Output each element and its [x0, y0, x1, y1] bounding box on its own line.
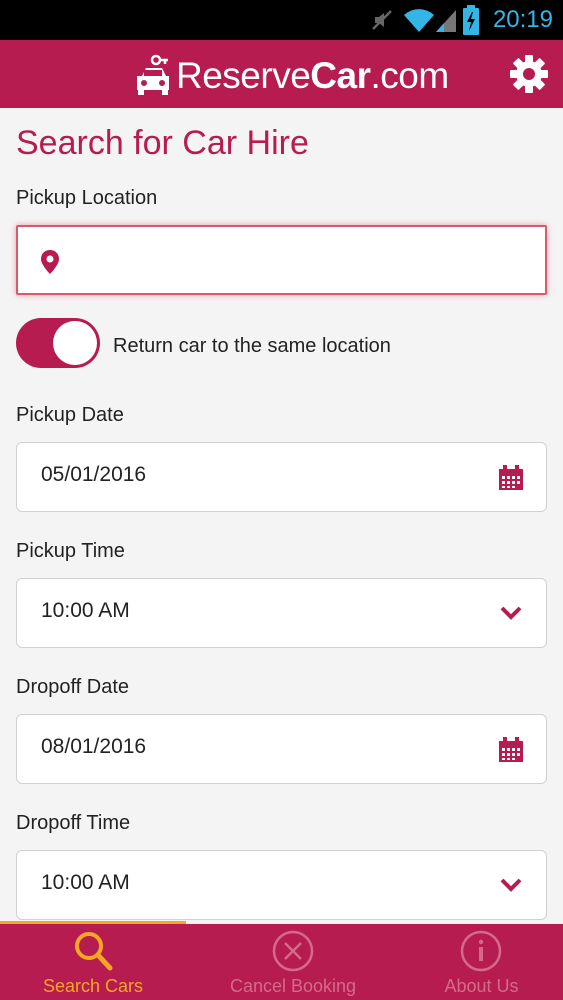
battery-icon	[463, 5, 479, 35]
wifi-icon	[404, 9, 434, 32]
tab-search-cars[interactable]: Search Cars	[0, 924, 186, 1000]
pickup-time-select[interactable]: 10:00 AM	[16, 578, 547, 648]
return-same-location-label: Return car to the same location	[113, 335, 391, 357]
page-title: Search for Car Hire	[16, 124, 309, 162]
pickup-time-value: 10:00 AM	[41, 599, 130, 622]
tab-label: Search Cars	[42, 976, 144, 996]
brand-logo: ReserveCar.com	[134, 52, 449, 100]
chevron-down-icon	[500, 878, 522, 892]
brand-bold: Car	[310, 55, 371, 96]
chevron-down-icon	[500, 606, 522, 620]
calendar-icon	[499, 465, 523, 490]
brand-name: ReserveCar.com	[176, 55, 449, 97]
tab-label: Cancel Booking	[229, 976, 357, 996]
bottom-nav: Search Cars Cancel Booking About Us	[0, 921, 563, 1000]
dropoff-time-value: 10:00 AM	[41, 871, 130, 894]
gear-icon[interactable]	[509, 54, 549, 94]
dropoff-date-value: 08/01/2016	[41, 735, 147, 758]
pickup-date-field[interactable]: 05/01/2016	[16, 442, 547, 512]
dropoff-time-select[interactable]: 10:00 AM	[16, 850, 547, 920]
dropoff-time-label: Dropoff Time	[16, 812, 131, 834]
search-icon	[75, 932, 113, 971]
calendar-icon	[499, 737, 523, 762]
cancel-circle-icon	[272, 930, 314, 972]
pickup-date-value: 05/01/2016	[41, 463, 147, 486]
app-header: ReserveCar.com	[0, 40, 563, 108]
search-form: Search for Car Hire Pickup Location Retu…	[0, 108, 563, 924]
pickup-time-label: Pickup Time	[16, 540, 125, 562]
brand-suffix: .com	[370, 55, 449, 96]
brand-prefix: Reserve	[176, 55, 311, 96]
pickup-date-label: Pickup Date	[16, 404, 124, 426]
pickup-location-label: Pickup Location	[16, 187, 158, 209]
tab-label: About Us	[444, 976, 519, 996]
tab-about-us[interactable]: About Us	[400, 924, 563, 1000]
info-circle-icon	[460, 930, 502, 972]
car-logo-icon	[137, 54, 169, 95]
location-pin-icon	[41, 250, 59, 274]
mute-icon	[372, 10, 392, 30]
pickup-location-input[interactable]	[16, 225, 547, 295]
tab-cancel-booking[interactable]: Cancel Booking	[186, 924, 400, 1000]
dropoff-date-field[interactable]: 08/01/2016	[16, 714, 547, 784]
return-same-location-toggle[interactable]	[16, 318, 100, 368]
signal-icon	[436, 10, 456, 32]
status-clock: 20:19	[492, 6, 553, 33]
dropoff-date-label: Dropoff Date	[16, 676, 130, 698]
toggle-knob	[53, 321, 97, 365]
status-bar: 20:19	[0, 0, 563, 40]
